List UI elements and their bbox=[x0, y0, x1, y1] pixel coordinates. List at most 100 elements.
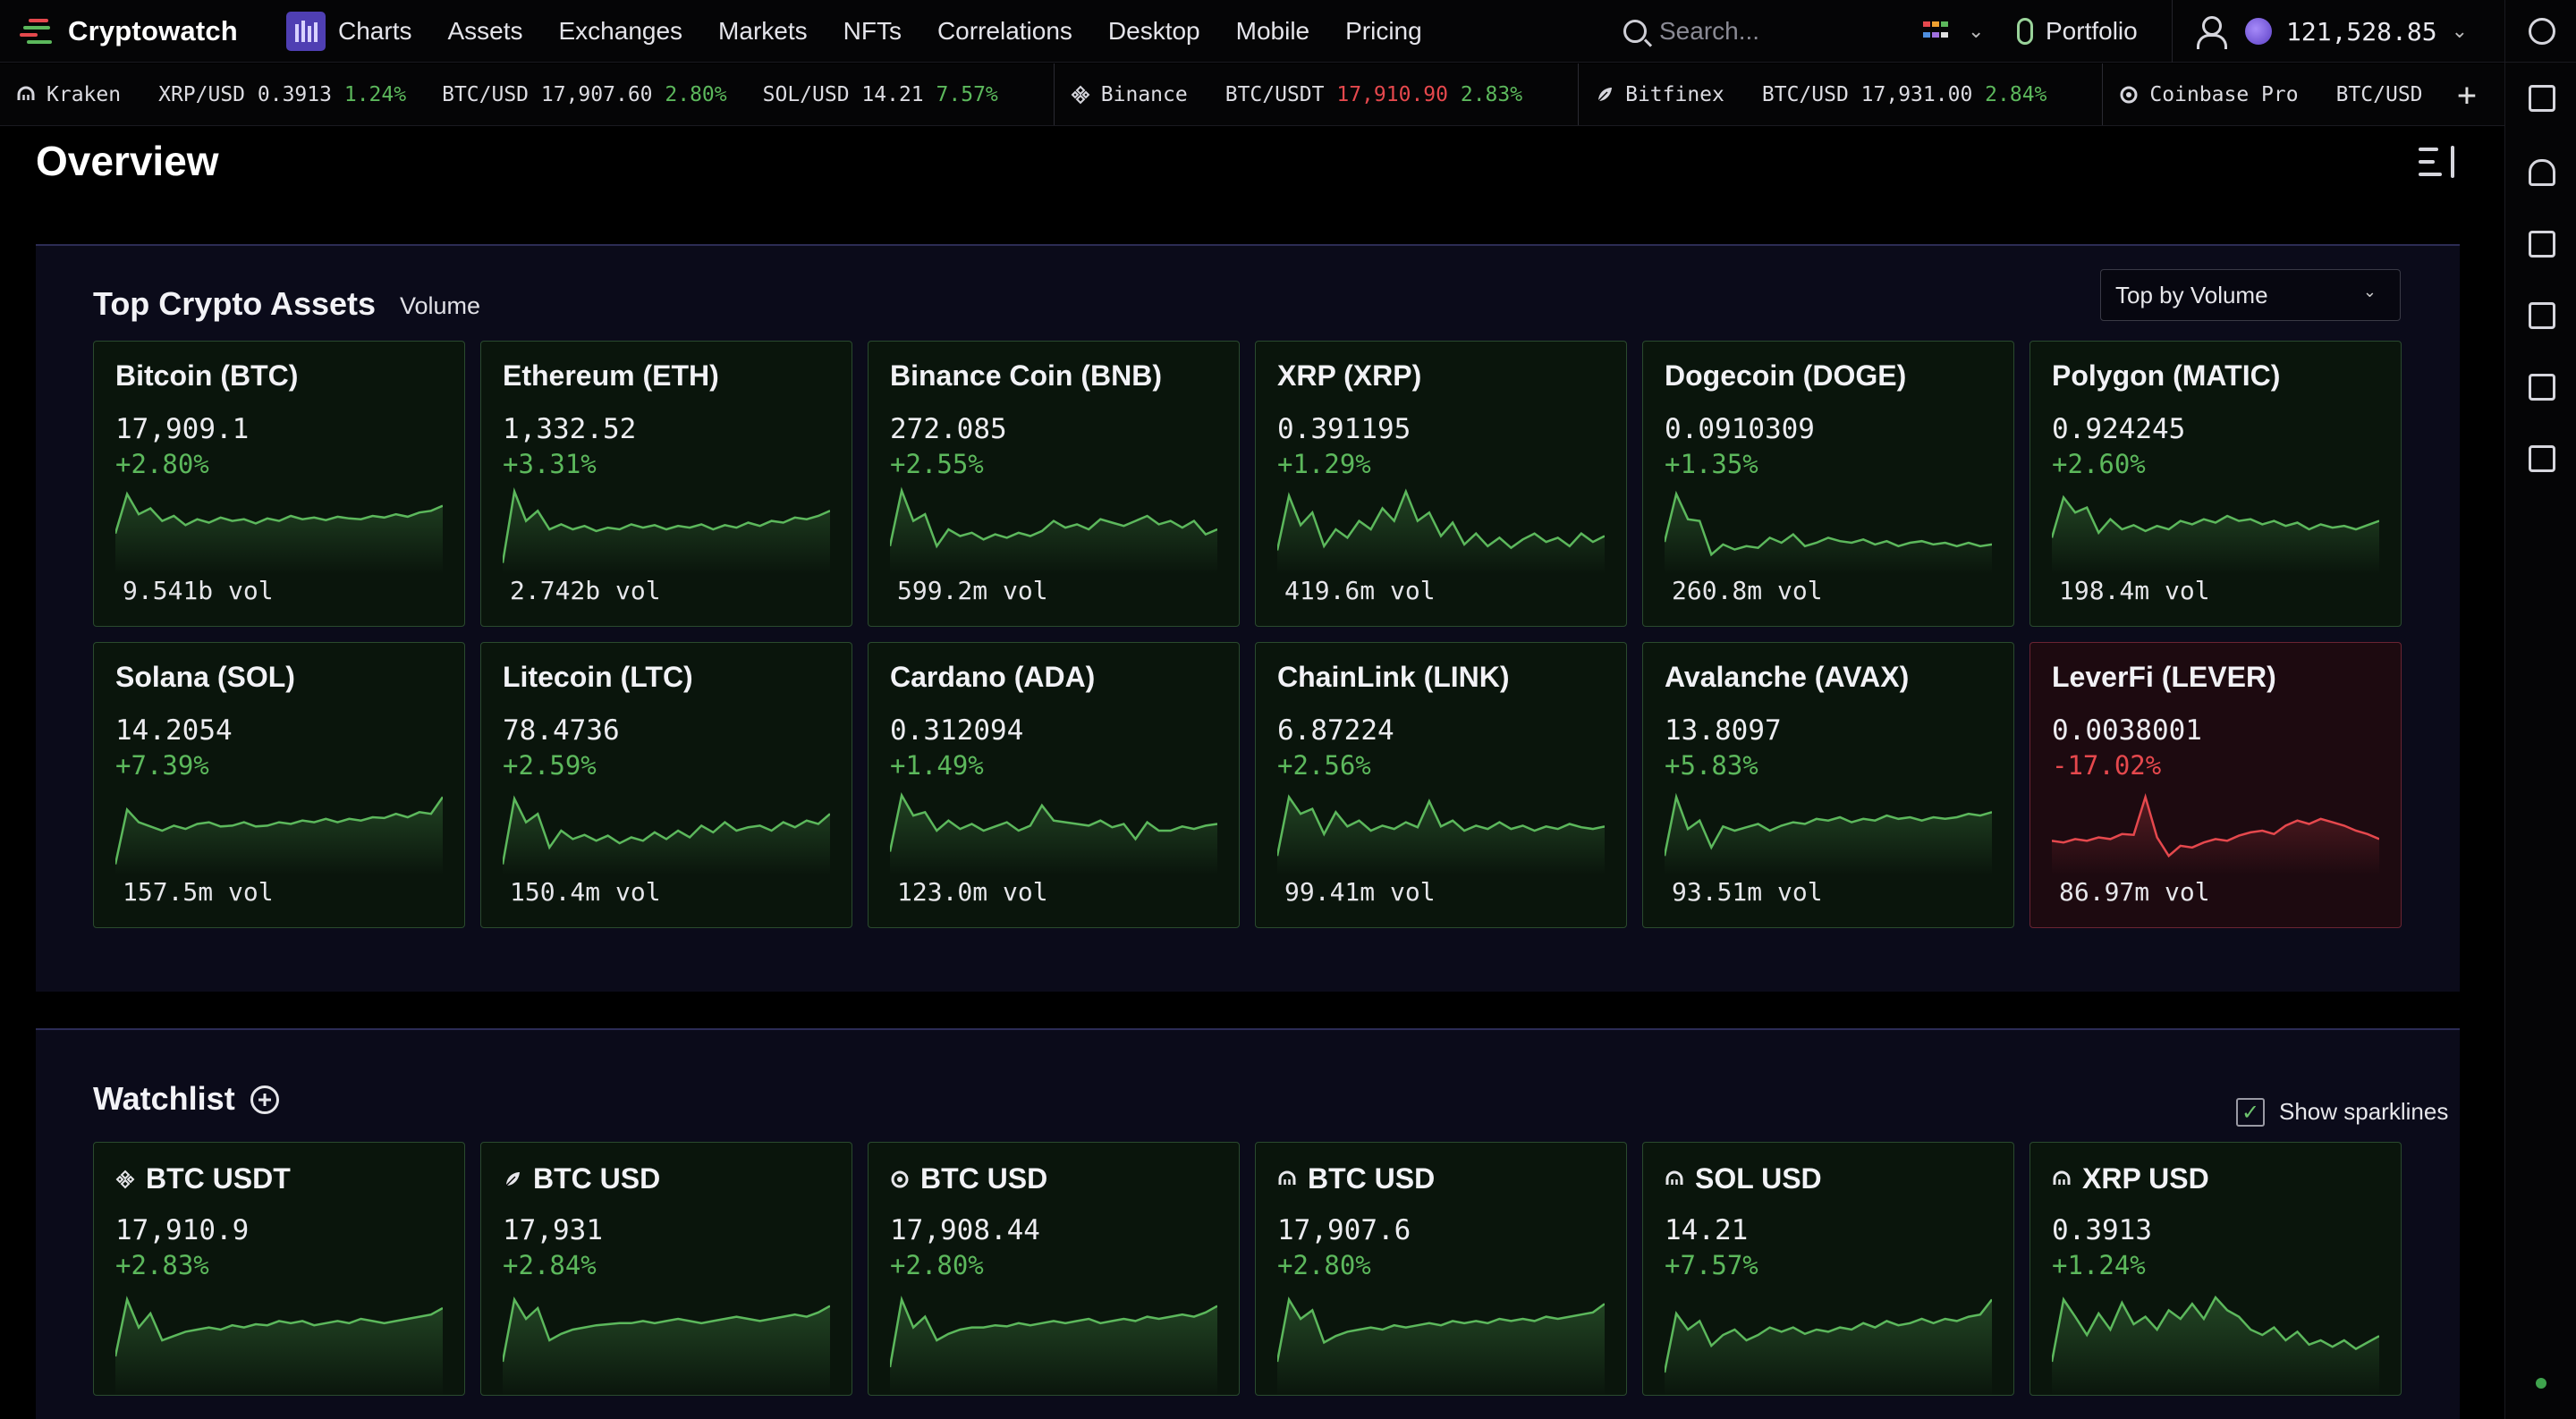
nav-assets[interactable]: Assets bbox=[447, 17, 522, 46]
asset-card[interactable]: Solana (SOL) 14.2054 +7.39% 157.5m vol bbox=[93, 642, 465, 928]
bell-icon[interactable] bbox=[2529, 159, 2555, 186]
sparkline-area bbox=[890, 490, 1217, 574]
asset-volume: 260.8m vol bbox=[1672, 576, 1823, 605]
asset-card[interactable]: Bitcoin (BTC) 17,909.1 +2.80% 9.541b vol bbox=[93, 341, 465, 627]
ticker-pair[interactable]: BTC/USD 17,931.00 2.84% bbox=[1762, 83, 2047, 106]
asset-price: 17,909.1 bbox=[115, 413, 250, 445]
sort-layout-icon[interactable] bbox=[2419, 146, 2460, 178]
watchlist-card[interactable]: BTC USDT 17,910.9 +2.83% bbox=[93, 1142, 465, 1396]
bookmark-icon[interactable] bbox=[2529, 445, 2555, 472]
ticker-pair[interactable]: BTC/USD 17,907.60 2.80% bbox=[442, 83, 727, 106]
chevron-down-icon[interactable]: ⌄ bbox=[1968, 20, 1984, 43]
asset-price: 0.0910309 bbox=[1665, 413, 1815, 445]
notes-icon[interactable] bbox=[2529, 85, 2555, 112]
watchlist-card[interactable]: SOL USD 14.21 +7.57% bbox=[1642, 1142, 2014, 1396]
asset-card[interactable]: Polygon (MATIC) 0.924245 +2.60% 198.4m vol bbox=[2029, 341, 2402, 627]
ticker-pair[interactable]: SOL/USD 14.21 7.57% bbox=[763, 83, 998, 106]
top-assets-panel: Top Crypto Assets Volume Top by Volume ⌄… bbox=[36, 244, 2460, 992]
watchlist-card[interactable]: BTC USD 17,907.6 +2.80% bbox=[1255, 1142, 1627, 1396]
nav-exchanges[interactable]: Exchanges bbox=[559, 17, 683, 46]
asset-card[interactable]: Cardano (ADA) 0.312094 +1.49% 123.0m vol bbox=[868, 642, 1240, 928]
portfolio-button[interactable]: Portfolio bbox=[2017, 0, 2138, 63]
asset-volume: 123.0m vol bbox=[897, 877, 1048, 907]
asset-name: Cardano (ADA) bbox=[890, 661, 1096, 693]
pair-name: BTC/USD bbox=[442, 82, 530, 106]
asset-price: 0.312094 bbox=[890, 714, 1024, 747]
watchlist-card[interactable]: BTC USD 17,931 +2.84% bbox=[480, 1142, 852, 1396]
user-icon[interactable] bbox=[2196, 16, 2227, 49]
ticker-pair[interactable]: XRP/USD 0.3913 1.24% bbox=[158, 83, 406, 106]
asset-volume: 93.51m vol bbox=[1672, 877, 1823, 907]
sparkline-chart bbox=[115, 491, 443, 574]
chat-icon[interactable] bbox=[2529, 231, 2555, 258]
asset-change: +3.31% bbox=[503, 449, 597, 479]
terminal-icon[interactable] bbox=[2529, 302, 2555, 329]
asset-name: Polygon (MATIC) bbox=[2052, 359, 2281, 392]
sparkline-area bbox=[2052, 797, 2379, 875]
watchlist-card[interactable]: BTC USD 17,908.44 +2.80% bbox=[868, 1142, 1240, 1396]
add-ticker-button[interactable]: + bbox=[2429, 63, 2504, 125]
sparkline-area bbox=[1665, 1299, 1992, 1395]
watchlist-card[interactable]: XRP USD 0.3913 +1.24% bbox=[2029, 1142, 2402, 1396]
watchlist-market: SOL USD bbox=[1665, 1162, 1822, 1195]
settings-icon[interactable] bbox=[2529, 18, 2555, 45]
watchlist-market: BTC USD bbox=[890, 1162, 1047, 1195]
dropdown-value: Top by Volume bbox=[2115, 281, 2268, 308]
sparkline-area bbox=[1665, 797, 1992, 875]
asset-change: +2.80% bbox=[115, 449, 209, 479]
pair-change: 2.83% bbox=[1460, 82, 1523, 106]
ticker-exchange[interactable]: Coinbase Pro bbox=[2119, 82, 2299, 106]
logo[interactable]: Cryptowatch bbox=[0, 15, 286, 47]
asset-card[interactable]: XRP (XRP) 0.391195 +1.29% 419.6m vol bbox=[1255, 341, 1627, 627]
credits-button[interactable]: 121,528.85 ⌄ bbox=[2245, 0, 2468, 63]
watchlist-change: +7.57% bbox=[1665, 1250, 1758, 1280]
sparkline-chart bbox=[890, 792, 1217, 875]
sparkline-chart bbox=[115, 1296, 443, 1395]
portfolio-label: Portfolio bbox=[2046, 17, 2138, 45]
pair-price: 0.3913 bbox=[257, 82, 332, 106]
sparkline-area bbox=[115, 494, 443, 574]
nav-desktop[interactable]: Desktop bbox=[1108, 17, 1200, 46]
ticker-exchange-label: Coinbase Pro bbox=[2149, 82, 2299, 106]
asset-change: +2.56% bbox=[1277, 750, 1371, 781]
ticker-exchange[interactable]: Bitfinex bbox=[1595, 83, 1724, 106]
show-sparklines-checkbox[interactable]: ✓ bbox=[2236, 1098, 2265, 1127]
nav-markets[interactable]: Markets bbox=[718, 17, 808, 46]
ticker-exchange[interactable]: Kraken bbox=[16, 83, 121, 106]
bitfinex-icon bbox=[1597, 87, 1613, 102]
watchlist-pair: BTC USD bbox=[920, 1162, 1048, 1195]
nav-charts[interactable]: Charts bbox=[286, 11, 412, 51]
asset-price: 14.2054 bbox=[115, 714, 233, 747]
sort-dropdown[interactable]: Top by Volume ⌄ bbox=[2100, 269, 2401, 321]
asset-card[interactable]: ChainLink (LINK) 6.87224 +2.56% 99.41m vol bbox=[1255, 642, 1627, 928]
ticker-pair[interactable]: BTC/USDT 17,910.90 2.83% bbox=[1225, 83, 1522, 106]
pair-change: 1.24% bbox=[343, 82, 407, 106]
asset-name: Litecoin (LTC) bbox=[503, 661, 693, 693]
asset-name: Bitcoin (BTC) bbox=[115, 359, 299, 392]
nav-item-label: Charts bbox=[338, 16, 412, 45]
ticker-exchange[interactable]: Binance bbox=[1071, 83, 1188, 106]
nav-correlations[interactable]: Correlations bbox=[937, 17, 1072, 46]
asset-card[interactable]: LeverFi (LEVER) 0.0038001 -17.02% 86.97m vo… bbox=[2029, 642, 2402, 928]
pair-change: 2.84% bbox=[1985, 82, 2047, 106]
search-box[interactable] bbox=[1623, 13, 1892, 50]
asset-card[interactable]: Avalanche (AVAX) 13.8097 +5.83% 93.51m vol bbox=[1642, 642, 2014, 928]
nav-mobile[interactable]: Mobile bbox=[1236, 17, 1309, 46]
top-nav: Cryptowatch Charts Assets Exchanges Mark… bbox=[0, 0, 2504, 63]
profile-card-icon[interactable] bbox=[2529, 374, 2555, 401]
nav-nfts[interactable]: NFTs bbox=[843, 17, 902, 46]
asset-price: 78.4736 bbox=[503, 714, 620, 747]
asset-card[interactable]: Binance Coin (BNB) 272.085 +2.55% 599.2m vo… bbox=[868, 341, 1240, 627]
asset-card[interactable]: Dogecoin (DOGE) 0.0910309 +1.35% 260.8m vol bbox=[1642, 341, 2014, 627]
add-watchlist-icon[interactable] bbox=[250, 1085, 279, 1114]
search-input[interactable] bbox=[1659, 17, 1865, 46]
sparkline-area bbox=[1277, 491, 1605, 574]
sparkline-chart bbox=[890, 1295, 1217, 1395]
asset-price: 0.0038001 bbox=[2052, 714, 2202, 747]
pair-change: 2.80% bbox=[665, 82, 727, 106]
sparkline-chart bbox=[115, 796, 443, 875]
asset-card[interactable]: Ethereum (ETH) 1,332.52 +3.31% 2.742b vol bbox=[480, 341, 852, 627]
nav-pricing[interactable]: Pricing bbox=[1345, 17, 1422, 46]
layout-grid-icon[interactable] bbox=[1923, 21, 1948, 41]
asset-card[interactable]: Litecoin (LTC) 78.4736 +2.59% 150.4m vol bbox=[480, 642, 852, 928]
